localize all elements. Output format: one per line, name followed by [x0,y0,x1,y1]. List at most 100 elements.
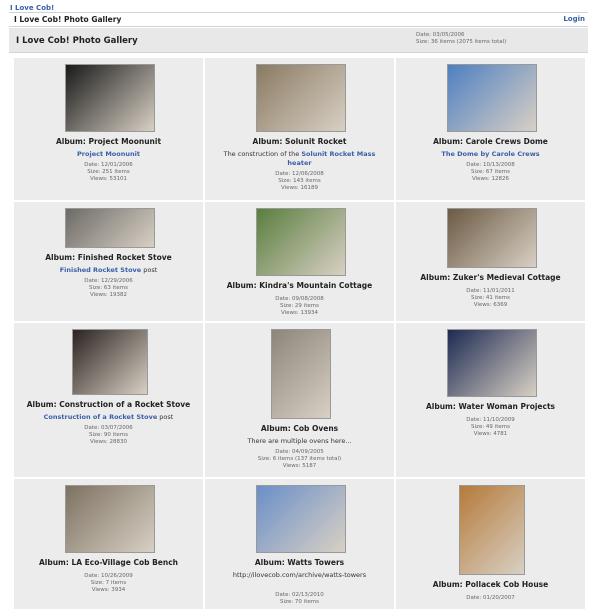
album-description: Construction of a Rocket Stove post [43,413,174,421]
album-title[interactable]: Album: Watts Towers [205,558,394,567]
album-date: Date: 12/29/2006 [84,278,133,284]
album-description: Project Moonunit [24,150,193,159]
album-stats: Date: 09/08/2008 Size: 29 items Views: 139… [205,296,394,317]
album-thumbnail[interactable] [446,208,537,268]
album-link[interactable]: Project Moonunit [77,150,140,158]
album-date: Date: 10/13/2008 [466,162,515,168]
album-stats: Date: 02/13/2010 Size: 70 items [205,592,394,606]
album-size: Size: 90 items [89,432,128,438]
album-stats: Date: 12/01/2006 Size: 251 items Views: 53… [14,162,203,183]
album-title[interactable]: Album: Finished Rocket Stove [14,253,203,262]
gallery-name: I Love Cob! Photo Gallery [14,15,122,24]
album-views: Views: 53101 [89,176,127,182]
album-cell[interactable]: Album: Construction of a Rocket Stove Con… [14,323,203,477]
album-date: Date: 12/01/2006 [84,162,133,168]
album-description: The Dome by Carole Crews [406,150,575,159]
album-views: Views: 16189 [280,185,318,191]
album-thumbnail[interactable] [270,329,331,419]
album-thumbnail[interactable] [64,64,155,132]
album-date: Date: 01/20/2007 [466,595,515,601]
album-size: Size: 67 items [471,169,510,175]
album-thumbnail[interactable] [255,485,346,553]
gallery-date: Date: 03/05/2006 [416,32,465,38]
album-cell[interactable]: Album: Finished Rocket Stove Finished Roc… [14,202,203,321]
album-views: Views: 3934 [91,587,126,593]
album-title[interactable]: Album: Water Woman Projects [396,402,585,411]
album-stats: Date: 04/09/2005 Size: 6 items (137 items… [205,449,394,470]
album-size: Size: 41 items [471,295,510,301]
album-cell[interactable]: Album: Carole Crews Dome The Dome by Caro… [396,58,585,200]
album-stats: Date: 10/13/2008 Size: 67 items Views: 128… [396,162,585,183]
album-cell[interactable]: Album: Watts Towers http://ilovecob.com/a… [205,479,394,609]
album-size: Size: 63 items [89,285,128,291]
album-link[interactable]: Construction of a Rocket Stove [44,413,158,421]
album-cell[interactable]: Album: Zuker's Medieval Cottage Date: 11/… [396,202,585,321]
album-title[interactable]: Album: Carole Crews Dome [396,137,585,146]
album-thumbnail[interactable] [458,485,525,575]
album-title[interactable]: Album: Construction of a Rocket Stove [14,400,203,409]
album-date: Date: 10/26/2009 [84,573,133,579]
album-thumbnail[interactable] [255,64,346,132]
album-views: Views: 5187 [282,463,317,469]
album-cell[interactable]: Album: LA Eco-Village Cob Bench Date: 10/… [14,479,203,609]
album-views: Views: 6369 [473,302,508,308]
page-title: I Love Cob! Photo Gallery [16,36,138,46]
login-link[interactable]: Login [563,15,585,23]
album-description: There are multiple ovens here... [247,437,352,445]
album-date: Date: 12/06/2008 [275,171,324,177]
album-size: Size: 7 items [90,580,127,586]
album-title[interactable]: Album: Zuker's Medieval Cottage [396,273,585,282]
album-thumbnail[interactable] [64,485,155,553]
album-title[interactable]: Album: Solunit Rocket [205,137,394,146]
album-title[interactable]: Album: Kindra's Mountain Cottage [205,281,394,290]
album-date: Date: 03/07/2006 [84,425,133,431]
album-stats: Date: 11/10/2009 Size: 49 items Views: 478… [396,417,585,438]
album-cell[interactable]: Album: Water Woman Projects Date: 11/10/2… [396,323,585,477]
album-date: Date: 11/01/2011 [466,288,515,294]
album-size: Size: 49 items [471,424,510,430]
album-stats: Date: 01/20/2007 [396,595,585,602]
album-date: Date: 09/08/2008 [275,296,324,302]
album-date: Date: 11/10/2009 [466,417,515,423]
album-cell[interactable]: Album: Pollacek Cob House Date: 01/20/200… [396,479,585,609]
album-link[interactable]: The Dome by Carole Crews [441,150,539,158]
album-cell[interactable]: Album: Solunit Rocket The construction of… [205,58,394,200]
album-title[interactable]: Album: Project Moonunit [14,137,203,146]
album-date: Date: 04/09/2005 [275,449,324,455]
album-stats: Date: 11/01/2011 Size: 41 items Views: 636… [396,288,585,309]
album-date: Date: 02/13/2010 [275,592,324,598]
breadcrumb[interactable]: I Love Cob! [10,4,54,12]
album-views: Views: 4781 [473,431,508,437]
album-stats: Date: 03/07/2006 Size: 90 items Views: 288… [14,425,203,446]
album-link[interactable]: Finished Rocket Stove [60,266,142,274]
album-views: Views: 28830 [89,439,127,445]
album-cell[interactable]: Album: Kindra's Mountain Cottage Date: 09… [205,202,394,321]
album-cell[interactable]: Album: Cob Ovens There are multiple ovens… [205,323,394,477]
album-title[interactable]: Album: Cob Ovens [205,424,394,433]
album-size: Size: 70 items [280,599,319,605]
album-size: Size: 251 items [87,169,130,175]
album-size: Size: 29 items [280,303,319,309]
album-thumbnail[interactable] [255,208,346,276]
album-description: http://ilovecob.com/archive/watts-towers [232,571,367,579]
album-description: Finished Rocket Stove post [59,266,158,274]
album-thumbnail[interactable] [446,64,537,132]
album-title[interactable]: Album: LA Eco-Village Cob Bench [14,558,203,567]
album-size: Size: 6 items (137 items total) [257,456,342,462]
gallery-meta: Date: 03/05/2006 Size: 36 items (2075 it… [416,32,506,46]
album-link[interactable]: Solunit Rocket Mass heater [287,150,375,167]
album-stats: Date: 12/29/2006 Size: 63 items Views: 193… [14,278,203,299]
top-bar: I Love Cob! Photo Gallery Login [9,12,588,27]
album-stats: Date: 12/06/2008 Size: 143 items Views: 16… [205,171,394,192]
gallery-size: Size: 36 items (2075 items total) [416,39,507,45]
album-size: Size: 143 items [278,178,321,184]
album-thumbnail[interactable] [71,329,148,395]
album-title[interactable]: Album: Pollacek Cob House [396,580,585,589]
album-description: The construction of the Solunit Rocket M… [223,150,376,167]
album-views: Views: 13934 [280,310,318,316]
album-stats: Date: 10/26/2009 Size: 7 items Views: 3934 [14,573,203,594]
album-thumbnail[interactable] [446,329,537,397]
album-thumbnail[interactable] [64,208,155,248]
album-views: Views: 12826 [471,176,509,182]
album-cell[interactable]: Album: Project Moonunit Project Moonunit D… [14,58,203,200]
